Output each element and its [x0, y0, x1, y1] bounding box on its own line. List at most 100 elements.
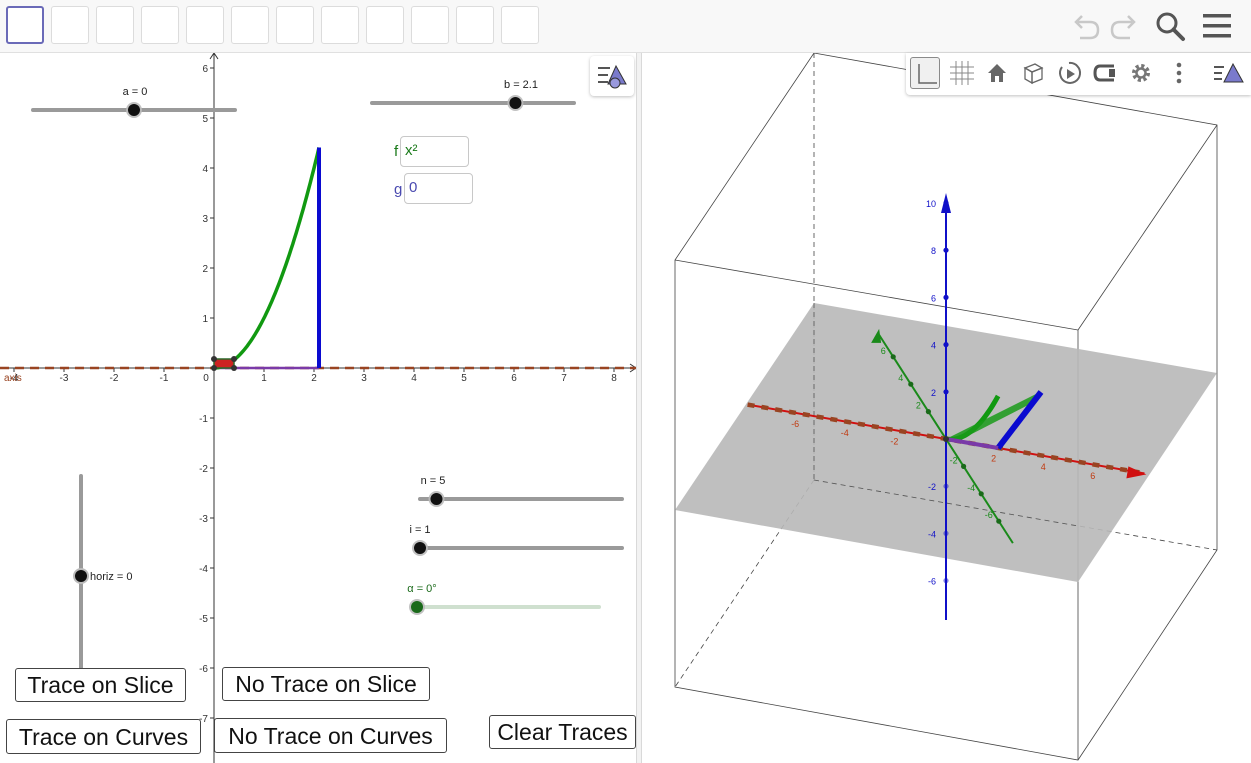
tool-button-11[interactable] — [456, 6, 494, 44]
tool-button-12[interactable] — [501, 6, 539, 44]
graphics-3d-style-bar — [906, 53, 1251, 95]
y-tick-label-3d: -6 — [985, 510, 993, 520]
trace-on-curves-button[interactable]: Trace on Curves — [6, 719, 201, 754]
rectangle-vertex-point[interactable] — [231, 365, 237, 371]
tool-button-2[interactable] — [51, 6, 89, 44]
z-tick-mark — [943, 342, 949, 348]
z-tick-mark — [943, 578, 949, 584]
rectangle-vertex-point[interactable] — [211, 356, 217, 362]
no-trace-on-curves-button[interactable]: No Trace on Curves — [214, 718, 447, 753]
g-input-box[interactable]: 0 — [404, 173, 473, 204]
tool-button-10[interactable] — [411, 6, 449, 44]
y-tick-label-3d: -2 — [950, 455, 958, 465]
settings-gear-icon — [1132, 64, 1150, 82]
tool-button-4[interactable] — [141, 6, 179, 44]
rectangle-vertex-point[interactable] — [211, 365, 217, 371]
more-options-button[interactable] — [1164, 57, 1194, 89]
slider-horiz-knob[interactable] — [75, 570, 87, 582]
x-tick-label-3d: 4 — [1041, 462, 1046, 472]
clipping-icon — [1093, 64, 1115, 82]
x-tick-label: -2 — [110, 373, 119, 384]
graphics-2d-canvas[interactable]: -4 -3 -2 -1 0 1 2 3 4 5 6 7 8654321-1-2-3-4-5-6-7axi… — [0, 53, 636, 763]
y-tick-label: 4 — [202, 164, 208, 175]
tool-button-9[interactable] — [366, 6, 404, 44]
slider-n-knob[interactable] — [430, 493, 443, 505]
z-tick-mark — [943, 389, 949, 395]
f-curve[interactable] — [213, 147, 321, 370]
view-direction-button[interactable] — [1018, 57, 1048, 89]
tool-button-7[interactable] — [276, 6, 314, 44]
rotate-view-button[interactable] — [1054, 57, 1084, 89]
x-tick-label: 8 — [611, 373, 617, 384]
z-tick-label: 8 — [931, 246, 936, 256]
y-tick-label: 3 — [202, 214, 208, 225]
trace-on-slice-button[interactable]: Trace on Slice — [15, 668, 186, 702]
z-tick-label: 4 — [931, 341, 936, 351]
y-tick-label: -4 — [199, 564, 208, 575]
redo-icon[interactable] — [1106, 8, 1142, 44]
slider-a-knob[interactable] — [128, 104, 140, 116]
slider-alpha-label: α = 0° — [407, 583, 436, 595]
grid-toggle-button[interactable] — [946, 57, 976, 89]
z-tick-label: -4 — [928, 529, 936, 539]
tool-button-8[interactable] — [321, 6, 359, 44]
graphics-view-3d[interactable]: 10 8 6 4 2 -2 -4 -6 -6 -4 -2 2 4 6 -6 -4 -2 2 4 6 — [642, 53, 1251, 763]
slider-horiz-label: horiz = 0 — [90, 571, 133, 583]
graphics-style-bar-toggle[interactable] — [590, 56, 634, 96]
graphics-3d-canvas[interactable]: 10 8 6 4 2 -2 -4 -6 -6 -4 -2 2 4 6 -6 -4 -2 2 4 6 — [642, 53, 1251, 763]
slider-b-knob[interactable] — [509, 97, 522, 109]
style-bar-toggle-3d-button[interactable] — [1208, 57, 1248, 89]
search-icon[interactable] — [1152, 8, 1188, 44]
slice-rectangle[interactable] — [213, 358, 235, 369]
origin-point-3d — [943, 436, 949, 442]
x-tick-label-3d: -6 — [791, 419, 799, 429]
clear-traces-button[interactable]: Clear Traces — [489, 715, 636, 749]
z-tick-mark — [943, 200, 949, 206]
tool-button-5[interactable] — [186, 6, 224, 44]
z-tick-mark — [943, 247, 949, 253]
x-tick-label-3d: -4 — [841, 428, 849, 438]
x-tick-label: 3 — [361, 373, 367, 384]
no-trace-on-slice-button[interactable]: No Trace on Slice — [222, 667, 430, 701]
f-input-box[interactable]: x² — [400, 136, 469, 167]
g-input-label: g — [394, 181, 403, 198]
home-icon — [988, 64, 1006, 82]
x-tick-label-3d: 2 — [991, 454, 996, 464]
x-tick-label: 7 — [561, 373, 567, 384]
hamburger-menu-icon[interactable] — [1199, 8, 1235, 44]
view-direction-icon — [1023, 63, 1044, 85]
undo-icon[interactable] — [1068, 8, 1104, 44]
y-tick-mark-3d — [925, 409, 932, 415]
main-toolbar — [0, 0, 1251, 53]
axes-toggle-button[interactable] — [910, 57, 940, 89]
axes-toggle-icon — [918, 64, 937, 84]
y-tick-label-3d: 6 — [881, 346, 886, 356]
home-view-button[interactable] — [982, 57, 1012, 89]
x-tick-label: 2 — [311, 373, 317, 384]
y-tick-label: 1 — [202, 314, 208, 325]
clipping-button[interactable] — [1090, 57, 1120, 89]
x-tick-label: 5 — [461, 373, 467, 384]
z-tick-mark — [943, 483, 949, 489]
y-tick-mark-3d — [996, 518, 1002, 524]
tool-button-6[interactable] — [231, 6, 269, 44]
z-tick-label: 2 — [931, 388, 936, 398]
settings-button[interactable] — [1126, 57, 1156, 89]
graphics-view-2d[interactable]: -4 -3 -2 -1 0 1 2 3 4 5 6 7 8 6 5 4 3 2 1 -1 -2 -3 -4 -5 -6 -7 axi… — [0, 53, 636, 763]
x-tick-label: 1 — [261, 373, 267, 384]
slider-alpha-knob[interactable] — [411, 601, 423, 613]
slider-i-knob[interactable] — [414, 542, 426, 554]
axis-line-label: axis — [4, 373, 22, 384]
z-tick-label: 6 — [931, 293, 936, 303]
rectangle-vertex-point[interactable] — [231, 356, 237, 362]
y-tick-label-3d: -4 — [967, 483, 975, 493]
grid-toggle-icon — [950, 61, 974, 85]
y-tick-label: -5 — [199, 614, 208, 625]
y-tick-label-3d: 4 — [898, 373, 903, 383]
tool-button-1[interactable] — [6, 6, 44, 44]
y-tick-label: -2 — [199, 464, 208, 475]
tool-button-3[interactable] — [96, 6, 134, 44]
style-bar-toggle-icon — [598, 64, 627, 89]
slider-n-label: n = 5 — [421, 475, 446, 487]
y-tick-label: 5 — [202, 114, 208, 125]
